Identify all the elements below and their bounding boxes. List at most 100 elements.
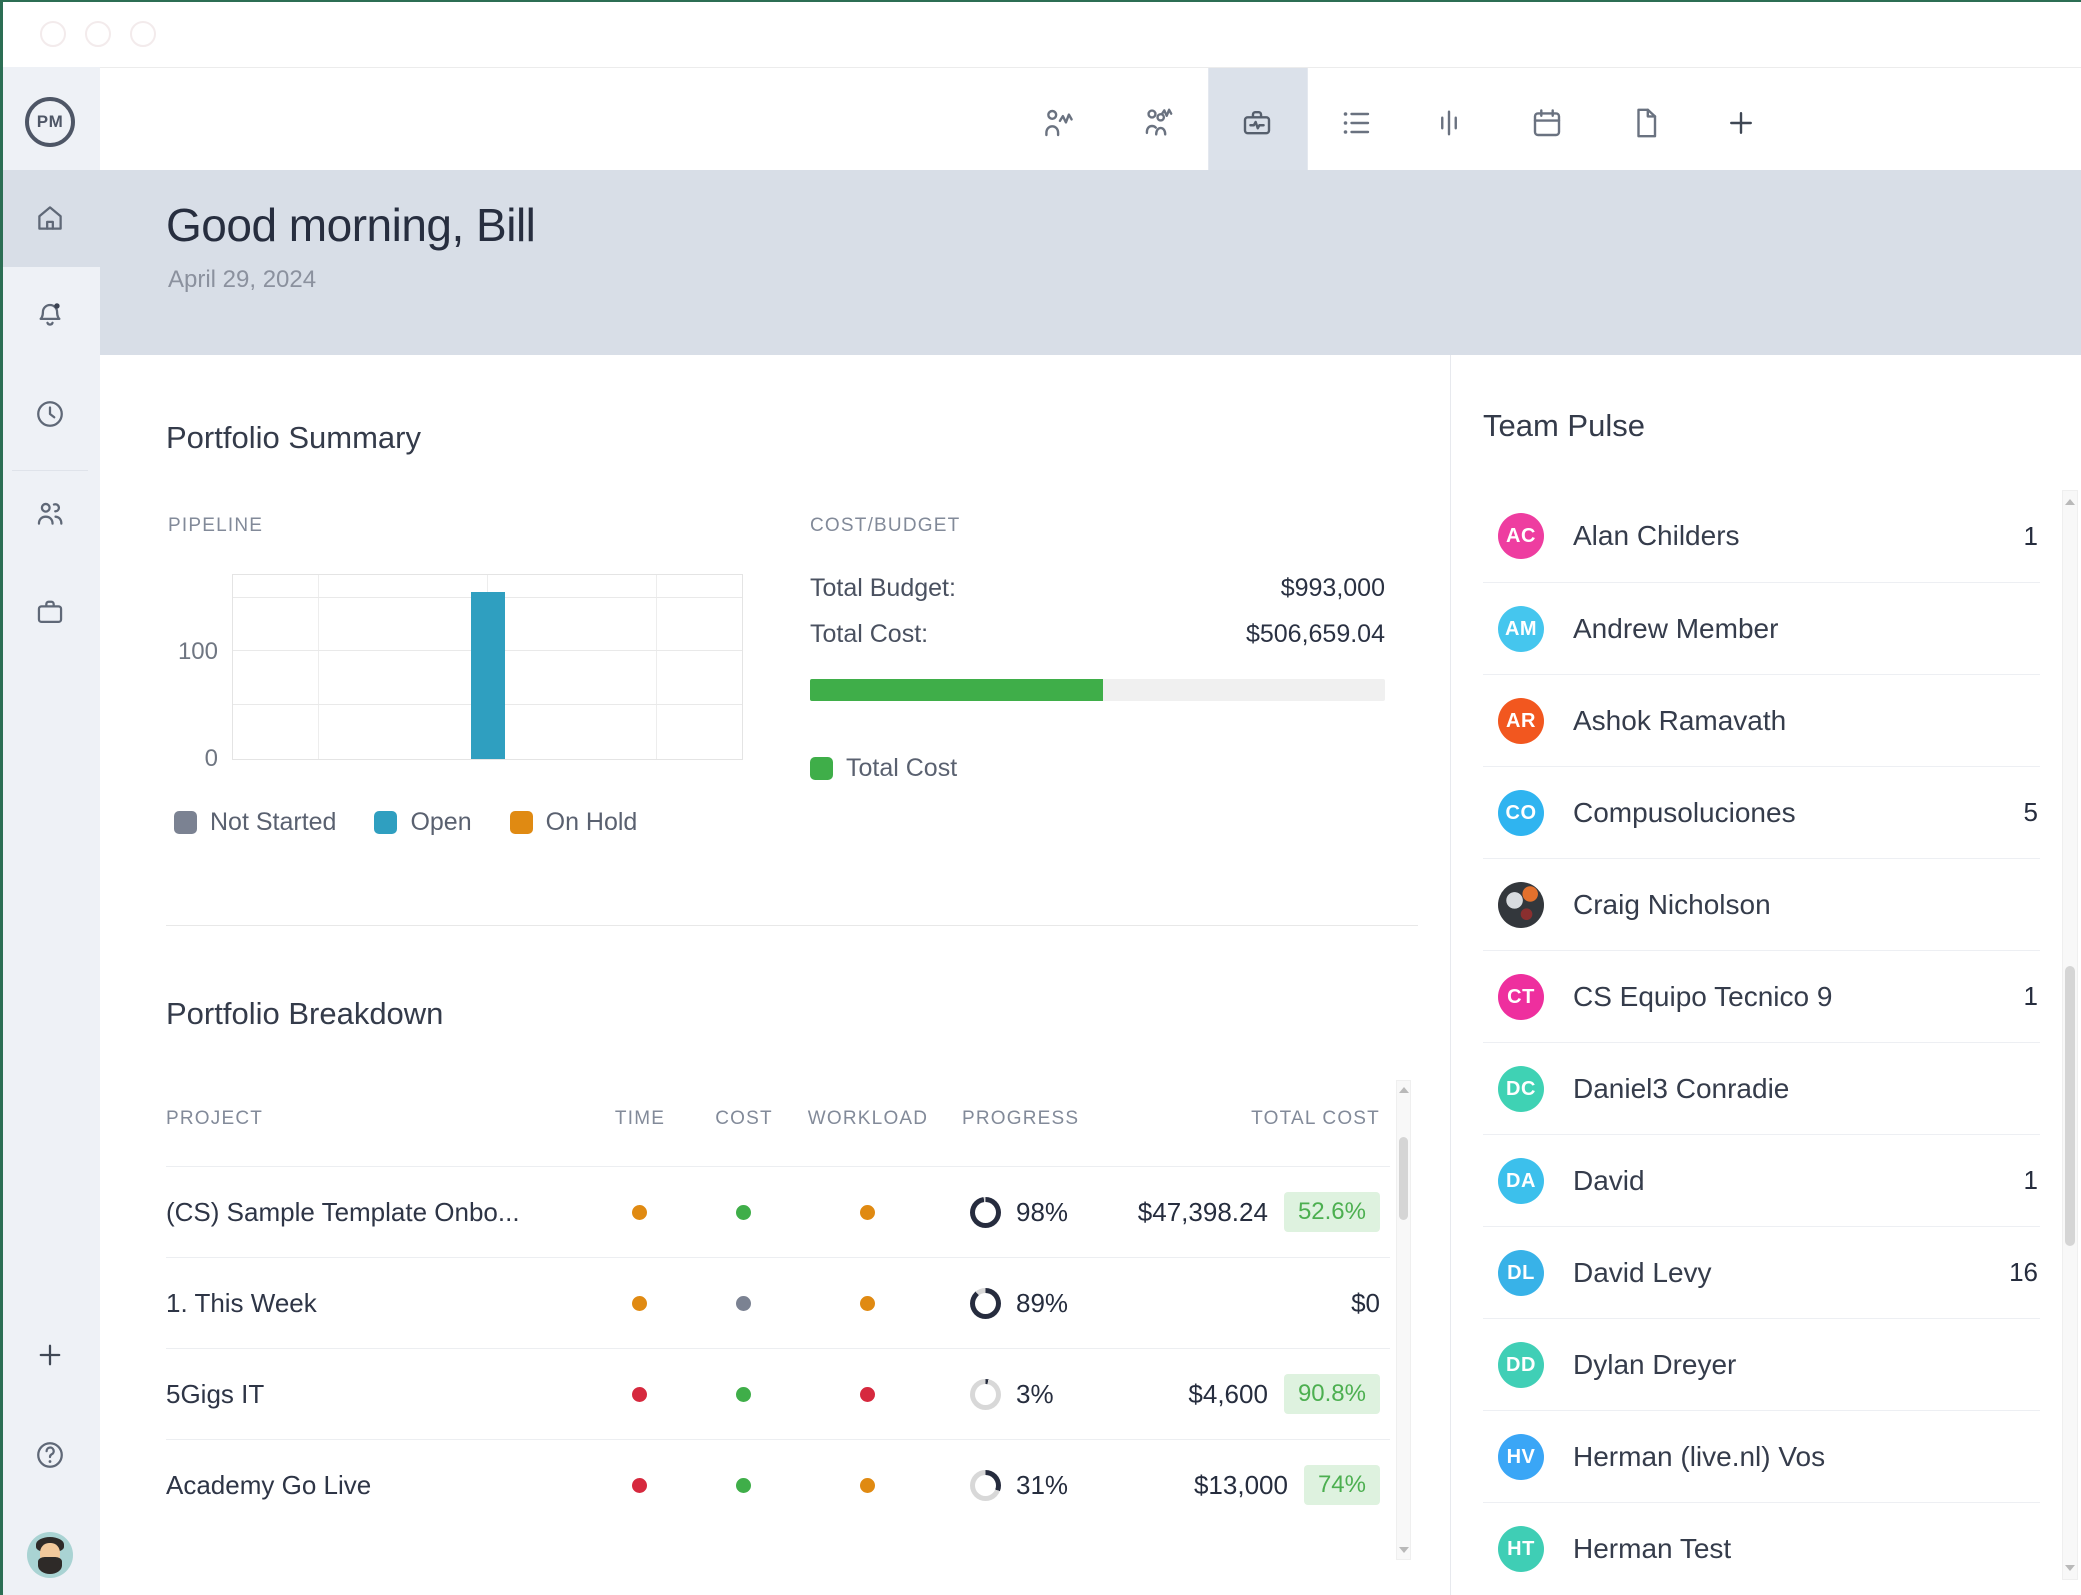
- table-scrollbar-thumb[interactable]: [1399, 1137, 1408, 1220]
- team-member-row[interactable]: DA David 1: [1483, 1134, 2040, 1226]
- member-count: 1: [2024, 490, 2038, 582]
- report-file-icon[interactable]: [1624, 101, 1668, 145]
- team-member-row[interactable]: DL David Levy 16: [1483, 1226, 2040, 1318]
- add-new-icon[interactable]: [1719, 101, 1763, 145]
- sidebar-add-button[interactable]: [28, 1333, 72, 1377]
- window-maximize-button[interactable]: [130, 21, 156, 47]
- column-header-workload[interactable]: WORKLOAD: [798, 1108, 938, 1130]
- time-status-dot: [632, 1205, 647, 1220]
- sidebar-item-recent[interactable]: [28, 392, 72, 436]
- total-cost-cell: $47,398.24 52.6%: [1138, 1167, 1380, 1257]
- legend-item-not-started: Not Started: [174, 808, 336, 837]
- workload-status-dot: [860, 1478, 875, 1493]
- project-name: 1. This Week: [166, 1258, 606, 1348]
- team-scrollbar-thumb[interactable]: [2065, 966, 2075, 1246]
- calendar-icon[interactable]: [1525, 101, 1569, 145]
- pm-logo[interactable]: PM: [25, 97, 75, 147]
- sidebar-item-team[interactable]: [28, 492, 72, 536]
- board-columns-icon[interactable]: [1427, 101, 1471, 145]
- column-header-project[interactable]: PROJECT: [166, 1108, 263, 1130]
- variance-badge: 74%: [1304, 1465, 1380, 1505]
- scroll-down-arrow[interactable]: [1399, 1547, 1409, 1553]
- member-name: Daniel3 Conradie: [1573, 1043, 1789, 1134]
- member-name: David Levy: [1573, 1227, 1712, 1318]
- help-button[interactable]: [28, 1433, 72, 1477]
- avatar-initials: DC: [1506, 1078, 1536, 1101]
- team-member-row[interactable]: DD Dylan Dreyer: [1483, 1318, 2040, 1410]
- avatar-beard: [38, 1557, 62, 1574]
- portfolio-table: (CS) Sample Template Onbo... 98 $47,398.…: [166, 1166, 1390, 1530]
- column-header-progress[interactable]: PROGRESS: [962, 1108, 1079, 1130]
- member-name: Craig Nicholson: [1573, 859, 1771, 950]
- team-member-row[interactable]: AR Ashok Ramavath: [1483, 674, 2040, 766]
- column-header-total-cost[interactable]: TOTAL COST: [1251, 1108, 1380, 1130]
- member-name: Andrew Member: [1573, 583, 1778, 674]
- open-swatch: [374, 811, 397, 834]
- avatar-initials: AM: [1505, 618, 1537, 641]
- pipeline-chart: [232, 574, 743, 760]
- team-member-row[interactable]: Craig Nicholson: [1483, 858, 2040, 950]
- team-scrollbar-track[interactable]: [2062, 490, 2078, 1580]
- sidebar-item-home[interactable]: [28, 196, 72, 240]
- table-row[interactable]: 5Gigs IT 3 $4,600 90.8%: [166, 1348, 1390, 1439]
- total-cost-cell: $0: [1351, 1258, 1380, 1348]
- screen-edge-left: [0, 0, 3, 1595]
- task-list-icon[interactable]: [1334, 101, 1378, 145]
- team-member-row[interactable]: AM Andrew Member: [1483, 582, 2040, 674]
- sidebar-item-portfolio[interactable]: [28, 590, 72, 634]
- portfolio-summary-title: Portfolio Summary: [166, 420, 421, 456]
- legend-label: On Hold: [546, 808, 638, 837]
- variance-badge: 90.8%: [1284, 1374, 1380, 1414]
- cost-budget-progress-bar: [810, 679, 1385, 701]
- column-header-cost[interactable]: COST: [704, 1108, 784, 1130]
- table-scrollbar-track[interactable]: [1396, 1080, 1411, 1560]
- progress-ring: [970, 1288, 1001, 1319]
- window-minimize-button[interactable]: [85, 21, 111, 47]
- app-window: PM Good morning, Bill April 29, 2024 Por…: [0, 0, 2081, 1595]
- total-budget-value: $993,000: [1085, 574, 1385, 603]
- table-row[interactable]: 1. This Week 89 $0: [166, 1257, 1390, 1348]
- table-row[interactable]: Academy Go Live 31 $13,000 74%: [166, 1439, 1390, 1530]
- progress-ring: [970, 1379, 1001, 1410]
- total-cost-value: $13,000: [1194, 1470, 1288, 1501]
- window-close-button[interactable]: [40, 21, 66, 47]
- team-member-row[interactable]: CO Compusoluciones 5: [1483, 766, 2040, 858]
- member-name: CS Equipo Tecnico 9: [1573, 951, 1832, 1042]
- scroll-up-arrow[interactable]: [1399, 1087, 1409, 1093]
- team-activity-icon[interactable]: [1136, 101, 1180, 145]
- sidebar-item-notifications[interactable]: [28, 294, 72, 338]
- project-name: Academy Go Live: [166, 1440, 606, 1530]
- cost-status-dot: [736, 1205, 751, 1220]
- scroll-up-arrow[interactable]: [2065, 499, 2075, 505]
- member-name: Compusoluciones: [1573, 767, 1796, 858]
- progress-percent: 98: [1016, 1167, 1068, 1257]
- scroll-down-arrow[interactable]: [2065, 1565, 2075, 1571]
- team-member-row[interactable]: AC Alan Childers 1: [1483, 490, 2040, 582]
- member-count: 16: [2009, 1227, 2038, 1318]
- portfolio-health-icon[interactable]: [1235, 101, 1279, 145]
- browser-chrome: [0, 0, 2081, 67]
- progress-percent: 89: [1016, 1258, 1068, 1348]
- avatar-initials: DA: [1506, 1170, 1536, 1193]
- sidebar-divider: [12, 470, 88, 471]
- team-member-row[interactable]: HT Herman Test: [1483, 1502, 2040, 1594]
- member-count: 1: [2024, 1135, 2038, 1226]
- workload-status-dot: [860, 1296, 875, 1311]
- table-row[interactable]: (CS) Sample Template Onbo... 98 $47,398.…: [166, 1166, 1390, 1257]
- team-member-row[interactable]: DC Daniel3 Conradie: [1483, 1042, 2040, 1134]
- cost-status-dot: [736, 1478, 751, 1493]
- team-member-row[interactable]: CT CS Equipo Tecnico 9 1: [1483, 950, 2040, 1042]
- progress-ring: [970, 1197, 1001, 1228]
- current-user-avatar[interactable]: [27, 1532, 73, 1578]
- team-pulse-list: AC Alan Childers 1 AM Andrew Member AR A…: [1483, 490, 2040, 1595]
- user-activity-icon[interactable]: [1037, 101, 1081, 145]
- member-name: Dylan Dreyer: [1573, 1319, 1736, 1410]
- total-cost-value: $47,398.24: [1138, 1197, 1268, 1228]
- workload-status-dot: [860, 1205, 875, 1220]
- legend-label: Open: [410, 808, 471, 837]
- not-started-swatch: [174, 811, 197, 834]
- team-member-row[interactable]: HV Herman (live.nl) Vos: [1483, 1410, 2040, 1502]
- total-cost-label: Total Cost:: [810, 620, 928, 649]
- cost-status-dot: [736, 1296, 751, 1311]
- column-header-time[interactable]: TIME: [600, 1108, 680, 1130]
